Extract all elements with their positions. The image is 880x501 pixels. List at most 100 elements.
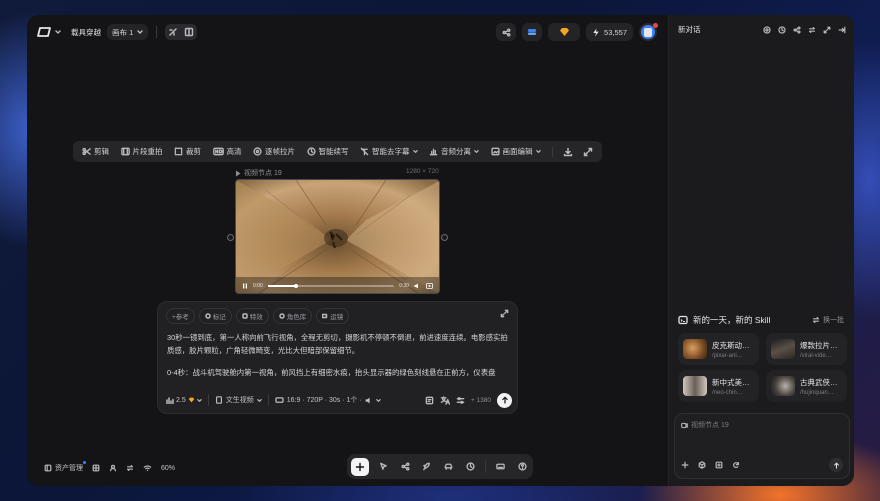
tool-edit-frame[interactable]: 画面编辑 xyxy=(490,146,541,157)
skills-heading: 新的一天，新的 Skill xyxy=(693,315,771,325)
skill-command: /pixar-ani… xyxy=(712,352,743,359)
frames-icon xyxy=(253,147,262,156)
asset-manager-button[interactable]: 资产管理 xyxy=(44,461,86,473)
tool-reshoot[interactable]: 片段重拍 xyxy=(120,146,163,157)
help-button[interactable] xyxy=(515,460,529,474)
chat-header-actions xyxy=(763,25,846,34)
skill-card[interactable]: 皮克斯动… /pixar-ani… xyxy=(678,333,759,365)
context-reference[interactable]: 视频节点 19 xyxy=(681,420,729,430)
magic-tool[interactable] xyxy=(420,460,434,474)
zoom-level[interactable]: 60% xyxy=(161,465,175,472)
keyboard-tool[interactable] xyxy=(493,460,507,474)
new-chat-icon[interactable] xyxy=(763,25,771,34)
monitor-icon xyxy=(275,396,284,403)
mode-selector[interactable]: 文生视频 xyxy=(215,395,262,405)
chip-camera-move[interactable]: 运镜 xyxy=(316,308,350,324)
continue-icon xyxy=(306,147,316,156)
share-button[interactable] xyxy=(496,23,517,41)
connect-tool[interactable] xyxy=(398,460,412,474)
scrubber-handle[interactable] xyxy=(293,283,298,288)
divider xyxy=(207,394,209,406)
user-icon[interactable] xyxy=(109,464,117,472)
chat-send-button[interactable] xyxy=(829,458,843,472)
skill-title: 皮克斯动… xyxy=(712,340,750,350)
video-node-header: 视频节点 19 xyxy=(235,168,282,178)
canvas-tab-selector[interactable]: 画布 1 xyxy=(107,24,149,40)
tool-frame-by-frame[interactable]: 逐帧拉片 xyxy=(253,146,295,157)
film-icon xyxy=(120,147,130,156)
chevron-down-icon xyxy=(196,398,202,402)
add-node-button[interactable] xyxy=(351,457,369,476)
remove-subtitle-icon xyxy=(360,147,369,156)
view-toggle[interactable] xyxy=(165,24,198,40)
input-port[interactable] xyxy=(227,234,234,241)
avatar[interactable] xyxy=(639,23,658,41)
tool-cut[interactable]: 剪辑 xyxy=(82,146,109,157)
tool-hd[interactable]: 高清 xyxy=(212,146,242,157)
translate-icon[interactable] xyxy=(440,395,450,405)
chip-reference[interactable]: +参考 xyxy=(166,308,195,324)
expand-icon[interactable] xyxy=(500,309,509,318)
refresh-skills-button[interactable]: 换一批 xyxy=(812,315,844,325)
send-button[interactable] xyxy=(497,392,512,408)
membership-button[interactable] xyxy=(548,23,581,41)
asset-icon xyxy=(44,464,52,472)
select-tool[interactable] xyxy=(377,460,391,474)
chip-label: 运镜 xyxy=(330,314,344,321)
skill-command: /neo-chin… xyxy=(712,389,743,396)
diamond-icon xyxy=(559,28,569,36)
expand-icon[interactable] xyxy=(823,26,831,34)
download-icon[interactable] xyxy=(563,147,573,157)
cube-icon[interactable] xyxy=(698,461,706,469)
volume-icon[interactable] xyxy=(414,283,421,289)
credits-button[interactable]: 53,557 xyxy=(586,23,633,41)
model-selector[interactable]: 2.5 xyxy=(166,397,202,404)
chat-input-actions xyxy=(681,458,843,472)
tool-label: 音频分离 xyxy=(441,147,471,156)
output-port[interactable] xyxy=(441,234,448,241)
tool-audio-split[interactable]: 音频分离 xyxy=(429,146,479,157)
plus-icon[interactable] xyxy=(681,461,689,469)
canvas-area[interactable]: 载具穿越 画布 1 53,557 剪辑 片段重拍 裁剪 高清 逐帧拉片 智能续写… xyxy=(27,15,667,486)
swap-icon[interactable] xyxy=(126,464,134,472)
chat-input-box[interactable]: 视频节点 19 xyxy=(674,413,850,479)
image-icon[interactable] xyxy=(92,464,100,472)
history-tool[interactable] xyxy=(463,460,477,474)
video-scrubber[interactable] xyxy=(267,283,395,288)
panel-icon[interactable] xyxy=(184,27,194,37)
expand-icon[interactable] xyxy=(583,147,593,157)
fullscreen-icon[interactable] xyxy=(426,283,433,289)
vehicle-tool[interactable] xyxy=(442,460,456,474)
chip-character-library[interactable]: 角色库 xyxy=(272,308,313,324)
tool-smart-continue[interactable]: 智能续写 xyxy=(306,146,349,157)
layers-button[interactable] xyxy=(522,23,543,41)
chip-mark[interactable]: 标记 xyxy=(198,308,232,324)
sliders-icon[interactable] xyxy=(456,396,465,405)
skill-card[interactable]: 爆款拉片… /viral-vide… xyxy=(766,333,847,365)
link-off-icon[interactable] xyxy=(168,27,178,37)
prompt-text-line: 30秒一镜到底，第一人称向前飞行视角，全程无剪切，摄影机不停顿不倒退，前进速度连… xyxy=(167,333,508,355)
hd-icon xyxy=(212,147,224,156)
volume-icon xyxy=(365,397,370,403)
video-node-title[interactable]: 视频节点 19 xyxy=(244,168,282,178)
image-plus-icon[interactable] xyxy=(715,461,723,469)
logo-menu[interactable] xyxy=(37,26,61,38)
skill-card[interactable]: 新中式美… /neo-chin… xyxy=(678,370,759,402)
chip-effects[interactable]: 特效 xyxy=(235,308,269,324)
pause-icon[interactable] xyxy=(242,283,248,289)
prompt-textarea[interactable]: 30秒一镜到底，第一人称向前飞行视角，全程无剪切，摄影机不停顿不倒退，前进速度连… xyxy=(167,332,512,380)
model-version: 2.5 xyxy=(176,396,186,404)
collapse-panel-icon[interactable] xyxy=(838,26,846,34)
share-icon[interactable] xyxy=(793,25,801,34)
tool-remove-subtitle[interactable]: 智能去字幕 xyxy=(360,146,418,157)
tool-crop[interactable]: 裁剪 xyxy=(174,146,201,157)
output-settings[interactable]: 16:9 · 720P · 30s · 1个 · xyxy=(275,395,381,405)
wifi-icon[interactable] xyxy=(143,464,152,472)
video-player[interactable]: 0:00 0:30 xyxy=(235,179,440,294)
refresh-icon[interactable] xyxy=(732,461,740,469)
storyboard-icon[interactable] xyxy=(425,396,434,405)
swap-icon[interactable] xyxy=(808,26,816,34)
project-name[interactable]: 载具穿越 xyxy=(71,27,101,38)
skill-card[interactable]: 古典武侠… /hujinquan… xyxy=(766,370,847,402)
clock-icon[interactable] xyxy=(778,25,786,34)
